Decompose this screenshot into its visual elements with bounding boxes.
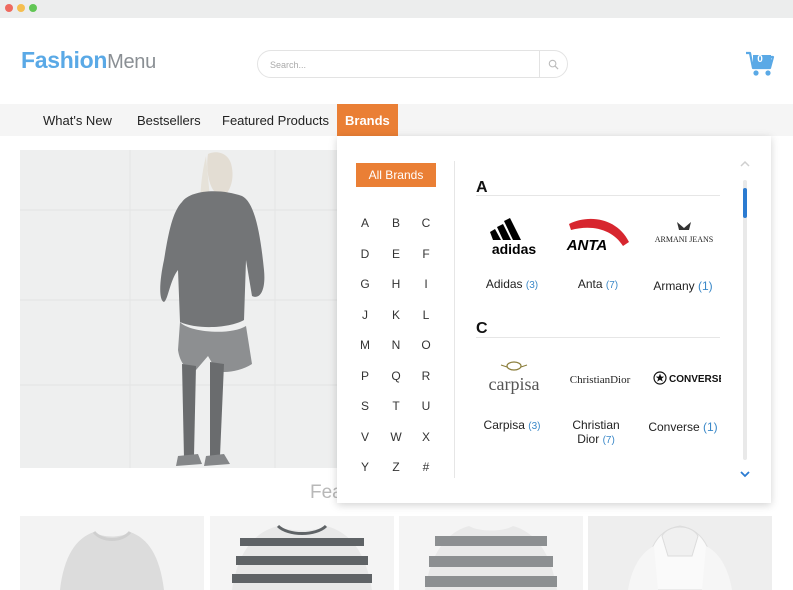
brand-count: (7) — [605, 280, 619, 291]
brand-name: Converse — [648, 420, 700, 434]
alphabet-letter-link[interactable]: A — [355, 216, 375, 230]
brand-group-heading: C — [476, 320, 488, 337]
converse-logo[interactable]: CONVERSE — [647, 358, 721, 402]
hero-image[interactable] — [20, 150, 340, 468]
nav-whats-new[interactable]: What's New — [43, 104, 112, 136]
anta-logo[interactable]: ANTA — [563, 212, 637, 256]
product-image — [399, 516, 583, 590]
alphabet-letter-link[interactable]: K — [386, 308, 406, 322]
brand-name: Carpisa — [483, 418, 525, 432]
product-card[interactable] — [588, 516, 772, 590]
minimize-window-button[interactable] — [17, 4, 25, 12]
alphabet-letter-link[interactable]: O — [416, 338, 436, 352]
alphabet-letter-link[interactable]: G — [355, 277, 375, 291]
close-window-button[interactable] — [5, 4, 13, 12]
alphabet-letter-link[interactable]: N — [386, 338, 406, 352]
brand-name: Adidas — [485, 277, 523, 291]
alphabet-letter-link[interactable]: E — [386, 247, 406, 261]
scroll-up-chevron-icon[interactable] — [738, 158, 752, 170]
armani-jeans-logo[interactable]: ARMANI JEANS — [647, 212, 721, 256]
carpisa-logo-text: carpisa — [489, 374, 540, 394]
alphabet-letter-link[interactable]: V — [355, 430, 375, 444]
search-icon[interactable] — [548, 59, 559, 70]
adidas-logo[interactable]: adidas — [477, 212, 551, 256]
alphabet-letter-link[interactable]: W — [386, 430, 406, 444]
alphabet-letter-link[interactable]: R — [416, 369, 436, 383]
brand-link-armany[interactable]: Armany (1) — [643, 279, 723, 293]
dior-logo-text: ChristianDior — [570, 374, 631, 386]
brand-count: (3) — [528, 421, 541, 432]
nav-featured-products[interactable]: Featured Products — [222, 104, 329, 136]
brand-name: Anta — [577, 277, 603, 291]
nav-bestsellers[interactable]: Bestsellers — [137, 104, 201, 136]
alphabet-letter-link[interactable]: T — [386, 399, 406, 413]
alphabet-letter-link[interactable]: S — [355, 399, 375, 413]
search-divider — [539, 51, 540, 77]
brand-link-adidas[interactable]: Adidas (3) — [472, 277, 552, 293]
scrollbar-track[interactable] — [743, 180, 747, 460]
brand-count: (1) — [698, 279, 713, 293]
alphabet-letter-link[interactable]: X — [416, 430, 436, 444]
product-image — [210, 516, 394, 590]
brand-link-anta[interactable]: Anta (7) — [558, 277, 638, 293]
alphabet-letter-link[interactable]: # — [416, 460, 436, 474]
alphabet-letter-link[interactable]: U — [416, 399, 436, 413]
all-brands-button[interactable]: All Brands — [356, 163, 436, 187]
scrollbar-thumb[interactable] — [743, 188, 747, 218]
product-image — [20, 516, 204, 590]
hero-model-illustration — [20, 150, 340, 468]
nav-brands[interactable]: Brands — [337, 104, 398, 136]
alphabet-letter-link[interactable]: I — [416, 277, 436, 291]
maximize-window-button[interactable] — [29, 4, 37, 12]
converse-logo-text: CONVERSE — [669, 374, 721, 385]
site-logo[interactable]: FashionMenu — [21, 47, 156, 74]
alphabet-letter-link[interactable]: Z — [386, 460, 406, 474]
search-input[interactable] — [270, 56, 530, 73]
brand-count: (7) — [602, 435, 615, 446]
group-divider — [476, 337, 720, 338]
brand-name-line1: Christian — [572, 418, 620, 432]
alphabet-letter-link[interactable]: P — [355, 369, 375, 383]
brand-count: (1) — [703, 420, 718, 434]
alphabet-letter-link[interactable]: B — [386, 216, 406, 230]
alphabet-letter-link[interactable]: C — [416, 216, 436, 230]
cart-count: 0 — [757, 54, 763, 65]
logo-light-text: Menu — [107, 51, 156, 73]
armani-logo-text: ARMANI JEANS — [655, 235, 713, 244]
alphabet-letter-link[interactable]: Q — [386, 369, 406, 383]
window-titlebar — [0, 0, 793, 18]
brand-link-converse[interactable]: Converse (1) — [643, 420, 723, 434]
product-card[interactable] — [20, 516, 204, 590]
product-card[interactable] — [399, 516, 583, 590]
svg-text:ANTA: ANTA — [566, 237, 608, 254]
search-box — [257, 50, 568, 78]
brand-link-christian-dior[interactable]: Christian Dior (7) — [556, 418, 636, 448]
svg-text:adidas: adidas — [492, 241, 537, 256]
scroll-down-chevron-icon[interactable] — [738, 468, 752, 480]
alphabet-letter-link[interactable]: L — [416, 308, 436, 322]
christian-dior-logo[interactable]: ChristianDior — [563, 358, 637, 402]
group-divider — [476, 195, 720, 196]
main-nav: What's New Bestsellers Featured Products… — [0, 104, 793, 136]
brand-name-line2: Dior — [577, 432, 600, 446]
alphabet-letter-link[interactable]: H — [386, 277, 406, 291]
carpisa-logo[interactable]: carpisa — [477, 358, 551, 402]
alphabet-letter-link[interactable]: F — [416, 247, 436, 261]
product-image — [588, 516, 772, 590]
product-card[interactable] — [210, 516, 394, 590]
brand-name: Armany — [653, 279, 695, 293]
alphabet-letter-link[interactable]: J — [355, 308, 375, 322]
alphabet-letter-link[interactable]: Y — [355, 460, 375, 474]
brands-mega-menu: All Brands A B C D E F G H I J K L M N O P Q R S T U V W X Y Z # A… — [337, 136, 771, 503]
alphabet-letter-link[interactable]: M — [355, 338, 375, 352]
logo-bold-text: Fashion — [21, 47, 108, 73]
brand-link-carpisa[interactable]: Carpisa (3) — [472, 418, 552, 434]
menu-divider — [454, 161, 455, 478]
alphabet-letter-link[interactable]: D — [355, 247, 375, 261]
brand-count: (3) — [525, 280, 539, 291]
